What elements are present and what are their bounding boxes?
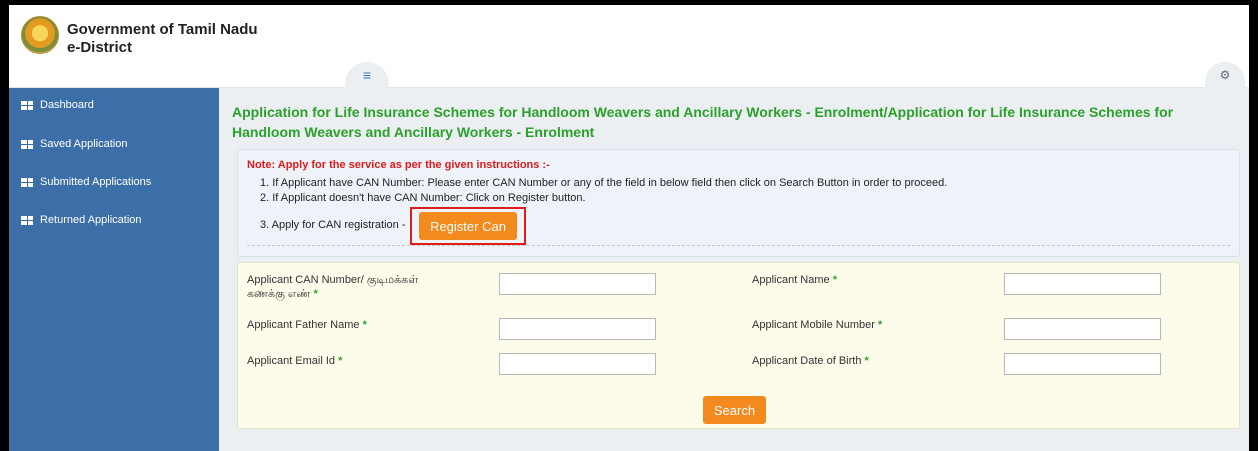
sidebar-item-returned-application[interactable]: Returned Application (9, 205, 219, 235)
header: Government of Tamil Nadu e-District ≡ ⚙ (9, 5, 1249, 88)
mobile-number-input[interactable] (1004, 318, 1161, 340)
required-marker: * (338, 355, 343, 367)
register-can-button[interactable]: Register Can (419, 212, 517, 240)
applicant-name-input[interactable] (1004, 273, 1161, 295)
father-name-label: Applicant Father Name * (247, 318, 367, 332)
brand-subtitle: e-District (67, 39, 133, 56)
email-id-label-text: Applicant Email Id (247, 355, 336, 367)
father-name-label-text: Applicant Father Name (247, 319, 360, 331)
search-form: Applicant CAN Number/ குடிமக்கள் கணக்கு … (237, 262, 1240, 429)
can-number-label: Applicant CAN Number/ குடிமக்கள் கணக்கு … (247, 273, 418, 301)
required-marker: * (864, 355, 869, 367)
can-number-label-line1: Applicant CAN Number/ குடிமக்கள் (247, 274, 419, 286)
sidebar-item-label: Dashboard (40, 99, 94, 111)
grid-icon (21, 139, 33, 149)
note-line-2: 2. If Applicant doesn't have CAN Number:… (260, 192, 586, 204)
required-marker: * (832, 274, 837, 286)
note-line-1: 1. If Applicant have CAN Number: Please … (260, 177, 948, 189)
brand-title: Government of Tamil Nadu (67, 21, 258, 38)
can-number-label-line2: கணக்கு எண் (247, 288, 311, 300)
mobile-number-label-text: Applicant Mobile Number (752, 319, 875, 331)
date-of-birth-label-text: Applicant Date of Birth (752, 355, 862, 367)
sidebar: Dashboard Saved Application Submitted Ap… (9, 88, 219, 451)
sidebar-item-dashboard[interactable]: Dashboard (9, 90, 219, 120)
date-of-birth-label: Applicant Date of Birth * (752, 354, 869, 368)
gears-icon: ⚙ (1219, 68, 1231, 82)
email-id-label: Applicant Email Id * (247, 354, 342, 368)
note-title: Note: Apply for the service as per the g… (247, 159, 550, 171)
required-marker: * (877, 319, 883, 331)
grid-icon (21, 215, 33, 225)
applicant-name-label-text: Applicant Name (752, 274, 830, 286)
grid-icon (21, 177, 33, 187)
menu-toggle-button[interactable]: ≡ (345, 62, 389, 88)
father-name-input[interactable] (499, 318, 656, 340)
email-id-input[interactable] (499, 353, 656, 375)
sidebar-item-label: Returned Application (40, 214, 142, 226)
sidebar-item-submitted-applications[interactable]: Submitted Applications (9, 167, 219, 197)
instructions-panel: Note: Apply for the service as per the g… (237, 149, 1240, 257)
sidebar-item-label: Saved Application (40, 138, 128, 150)
page-title-line1: Application for Life Insurance Schemes f… (232, 104, 1174, 120)
tamil-nadu-emblem-icon (21, 16, 59, 54)
sidebar-item-label: Submitted Applications (40, 176, 152, 188)
hamburger-icon: ≡ (362, 67, 372, 83)
page-title: Application for Life Insurance Schemes f… (232, 102, 1232, 142)
grid-icon (21, 100, 33, 110)
can-number-input[interactable] (499, 273, 656, 295)
note-line-3: 3. Apply for CAN registration - (260, 219, 406, 231)
search-button[interactable]: Search (703, 396, 766, 424)
settings-toggle-button[interactable]: ⚙ (1205, 62, 1245, 88)
sidebar-item-saved-application[interactable]: Saved Application (9, 129, 219, 159)
main-content: Application for Life Insurance Schemes f… (219, 88, 1249, 451)
page-title-line2: Handloom Weavers and Ancillary Workers -… (232, 124, 595, 140)
applicant-name-label: Applicant Name * (752, 273, 837, 287)
date-of-birth-input[interactable] (1004, 353, 1161, 375)
required-marker: * (313, 288, 318, 300)
required-marker: * (362, 319, 367, 331)
divider (247, 245, 1230, 246)
mobile-number-label: Applicant Mobile Number * (752, 318, 882, 332)
